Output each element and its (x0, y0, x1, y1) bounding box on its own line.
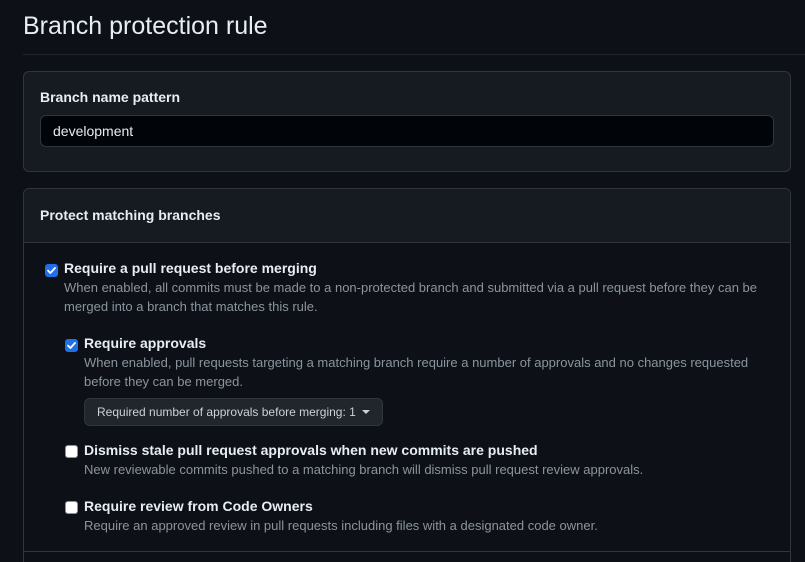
protect-branches-box: Protect matching branches Require a pull… (23, 188, 791, 562)
branch-name-pattern-input[interactable] (40, 115, 774, 147)
require-code-owners-checkbox[interactable] (65, 501, 78, 514)
option-require-code-owners: Require review from Code Owners Require … (24, 189, 790, 539)
require-code-owners-description: Require an approved review in pull reque… (84, 518, 598, 533)
page-title: Branch protection rule (23, 12, 268, 40)
require-code-owners-title[interactable]: Require review from Code Owners (84, 498, 313, 514)
section-divider (24, 551, 790, 552)
branch-pattern-box: Branch name pattern (23, 71, 791, 172)
branch-name-pattern-label: Branch name pattern (40, 89, 181, 105)
page: Branch protection rule Branch name patte… (0, 0, 805, 562)
title-divider (23, 54, 805, 55)
